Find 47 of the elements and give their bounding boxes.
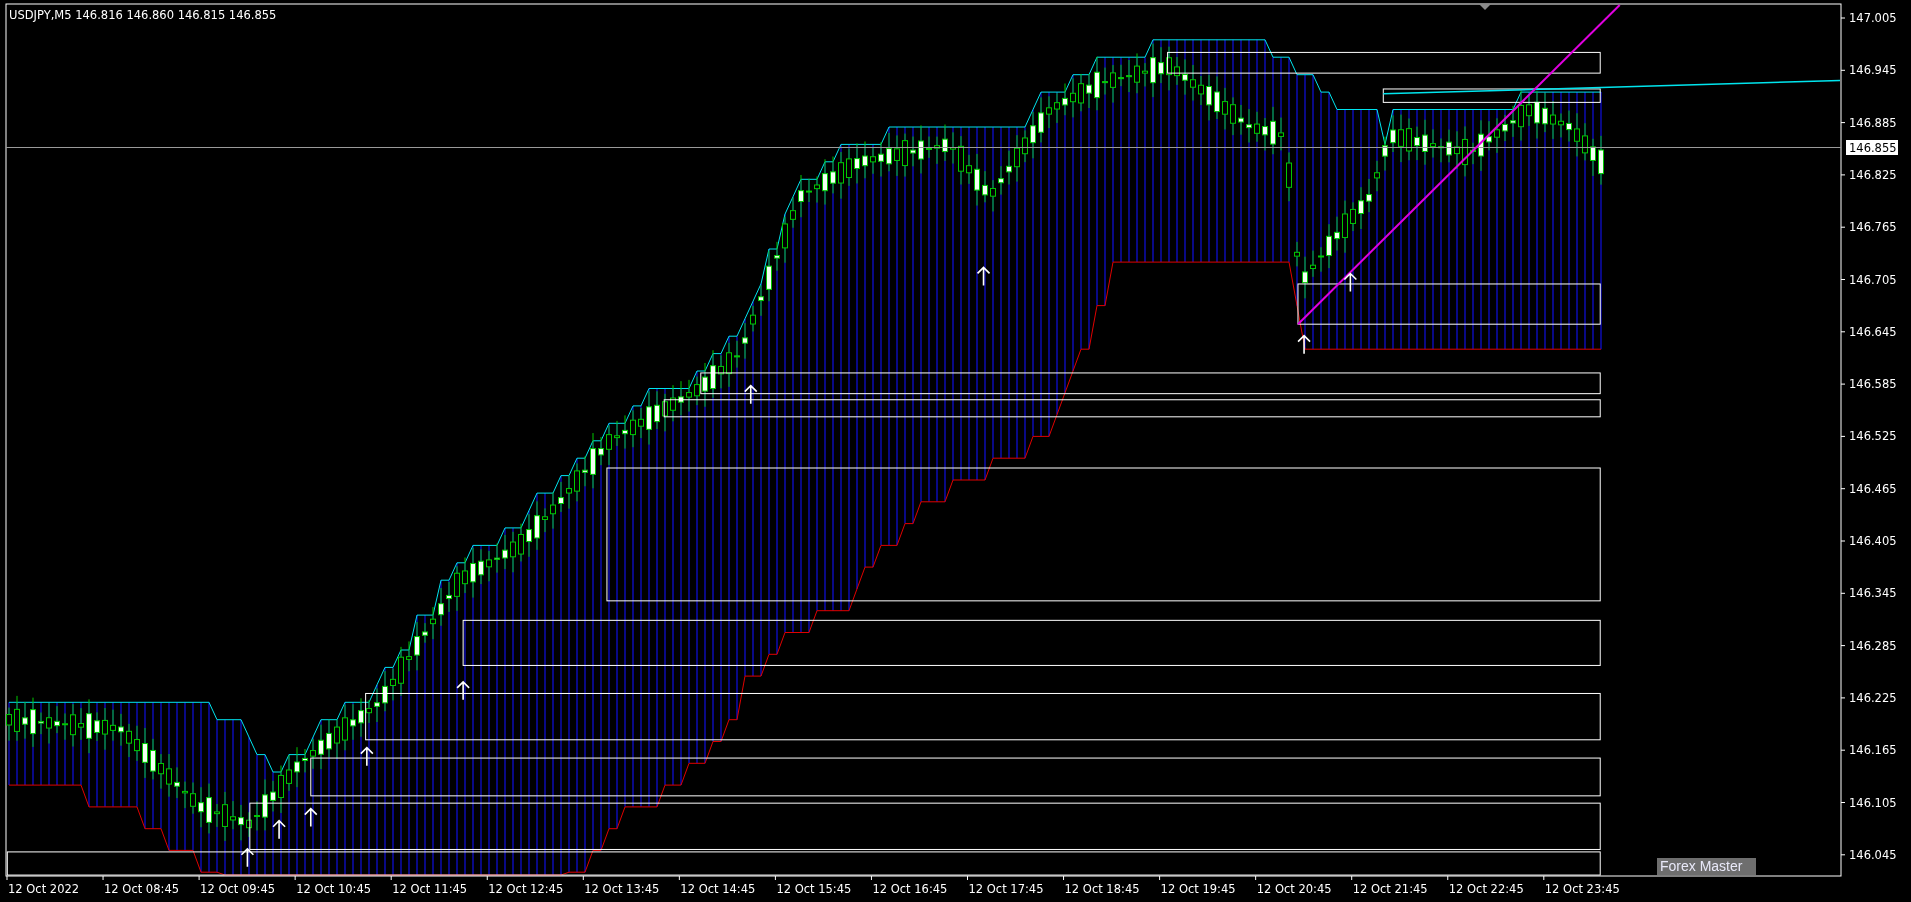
chart-label: Forex Master [1657,858,1756,875]
chart-header: USDJPY,M5 146.816 146.860 146.815 146.855 [9,8,277,22]
up-arrow-icon [240,847,255,868]
price-axis-label: 146.285 [1849,638,1897,653]
time-axis-label: 12 Oct 21:45 [1352,882,1428,896]
up-arrow-icon [456,680,470,701]
price-axis-label: 146.465 [1849,481,1897,496]
up-arrow-icon [1297,334,1311,355]
time-axis-label: 12 Oct 20:45 [1256,882,1332,896]
price-axis-label: 146.045 [1849,847,1897,862]
up-arrow-icon [303,807,318,828]
time-axis-label: 12 Oct 18:45 [1064,882,1140,896]
time-axis-label: 12 Oct 23:45 [1544,882,1620,896]
time-axis-label: 12 Oct 22:45 [1448,882,1524,896]
time-axis-label: 12 Oct 13:45 [584,882,660,896]
time-axis-label: 12 Oct 11:45 [392,882,468,896]
price-axis-label: 146.645 [1849,324,1897,339]
price-axis-label: 146.765 [1849,220,1897,235]
price-axis-label: 146.945 [1849,63,1897,78]
price-axis-label: 146.105 [1849,795,1897,810]
price-axis-label: 146.405 [1849,534,1897,548]
up-arrow-icon [743,384,758,405]
price-axis-label: 146.225 [1849,690,1897,705]
price-axis-label: 146.345 [1849,586,1897,601]
price-axis-label: 146.165 [1849,743,1897,758]
time-axis-label: 12 Oct 14:45 [680,882,756,896]
time-axis-label: 12 Oct 12:45 [488,882,564,896]
up-arrow-icon [1343,272,1358,293]
up-arrow-icon [360,746,374,767]
price-axis-label: 146.825 [1849,167,1897,182]
up-arrow-icon [272,819,286,840]
shift-marker-icon[interactable] [1479,4,1491,10]
time-axis-label: 12 Oct 2022 [8,882,80,896]
time-axis-label: 12 Oct 09:45 [200,882,276,896]
price-axis-label: 146.585 [1849,377,1897,392]
time-axis-label: 12 Oct 19:45 [1160,882,1236,896]
time-axis-label: 12 Oct 15:45 [776,882,852,896]
time-axis-label: 12 Oct 10:45 [296,882,372,896]
up-arrow-icon [976,266,991,287]
price-axis-label: 146.885 [1849,115,1897,130]
price-axis-label: 146.705 [1849,272,1897,287]
price-axis-label: 147.005 [1849,11,1897,25]
time-axis-label: 12 Oct 17:45 [968,882,1044,896]
time-axis-label: 12 Oct 08:45 [104,882,180,896]
time-axis-label: 12 Oct 16:45 [872,882,948,896]
price-axis-label: 146.525 [1849,429,1897,444]
current-price-label: 146.855 [1846,140,1898,155]
